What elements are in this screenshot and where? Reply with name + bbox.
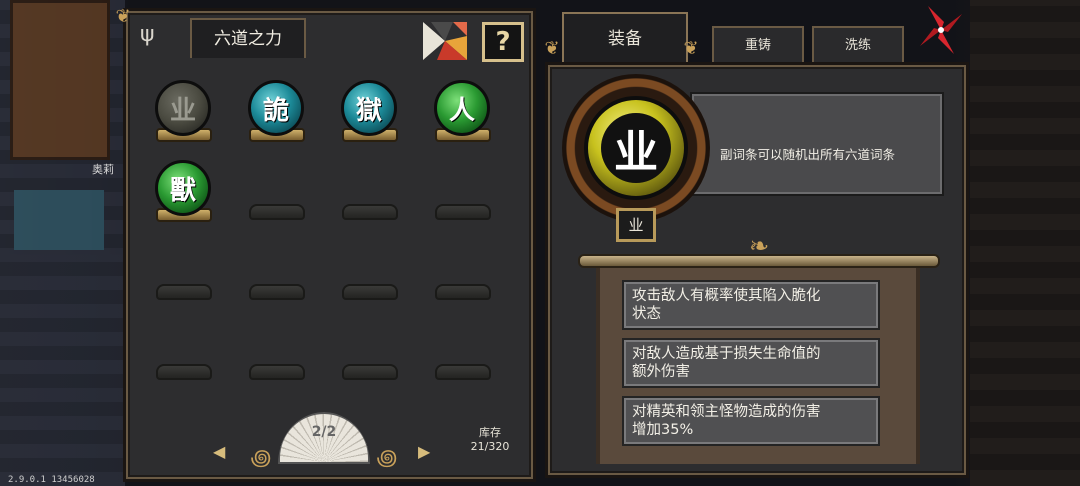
tab-wash-label: 洗练 — [844, 38, 871, 53]
equipped-orb-glyph: 业 — [601, 113, 671, 183]
empty-stand — [342, 284, 398, 300]
empty-orb-slot — [338, 238, 402, 310]
npc-name-label: 奥莉 — [92, 163, 114, 176]
swirl-ornament-icon: ꩜ — [376, 446, 398, 471]
item-type-badge: 业 — [616, 208, 656, 242]
empty-orb-slot — [152, 238, 216, 310]
empty-orb-slot — [431, 158, 495, 230]
tangram-icon[interactable] — [423, 22, 467, 60]
close-pinwheel-icon[interactable] — [918, 4, 964, 60]
tab-recast[interactable]: 重铸 — [712, 26, 804, 64]
empty-orb-slot — [338, 318, 402, 390]
empty-stand — [342, 364, 398, 380]
panel-title: 六道之力 — [214, 29, 282, 49]
tab-equip[interactable]: 装备 — [562, 12, 688, 64]
affix-line: 对精英和领主怪物造成的伤害 — [632, 404, 821, 420]
stock-value: 21/320 — [470, 440, 510, 453]
page-indicator: 2/2 — [311, 424, 337, 440]
stock-label: 库存 — [479, 426, 501, 439]
version-label: 2.9.0.1 13456028 — [8, 475, 95, 485]
empty-orb-slot — [152, 318, 216, 390]
orb-glyph: 獸 — [155, 160, 211, 216]
empty-orb-slot — [245, 318, 309, 390]
affix-line: 对敌人造成基于损失生命值的 — [632, 346, 821, 362]
orb-slot[interactable]: 业 — [152, 78, 216, 150]
empty-stand — [435, 284, 491, 300]
affix-line: 增加35% — [632, 422, 694, 438]
tab-wash[interactable]: 洗练 — [812, 26, 904, 64]
prev-page-button[interactable]: ◀ — [213, 442, 225, 461]
equipped-orb[interactable]: 业 — [584, 96, 688, 200]
empty-stand — [156, 364, 212, 380]
orb-glyph: 业 — [155, 80, 211, 136]
empty-orb-slot — [245, 158, 309, 230]
next-page-button[interactable]: ▶ — [418, 442, 430, 461]
affix-item: 对敌人造成基于损失生命值的 额外伤害 — [622, 338, 880, 388]
affix-line: 攻击敌人有概率使其陷入脆化 — [632, 288, 821, 304]
empty-stand — [435, 364, 491, 380]
scene-right — [970, 0, 1080, 486]
empty-orb-slot — [431, 318, 495, 390]
scroll-rod — [578, 254, 940, 268]
tab-equip-label: 装备 — [608, 29, 642, 49]
orb-slot[interactable]: 詭 — [245, 78, 309, 150]
empty-stand — [342, 204, 398, 220]
orb-glyph: 人 — [434, 80, 490, 136]
orb-slot[interactable]: 獸 — [152, 158, 216, 230]
item-description: 副词条可以随机出所有六道词条 — [720, 147, 896, 162]
scene-machine — [14, 190, 104, 250]
corner-ornament-icon: ❦ — [115, 6, 131, 27]
empty-stand — [435, 204, 491, 220]
affix-item: 对精英和领主怪物造成的伤害 增加35% — [622, 396, 880, 446]
affix-line: 状态 — [632, 306, 661, 322]
affix-line: 额外伤害 — [632, 364, 690, 380]
empty-stand — [249, 204, 305, 220]
help-button[interactable]: ? — [482, 22, 524, 62]
empty-orb-slot — [245, 238, 309, 310]
corner-ornament-icon: ❦ — [544, 38, 560, 59]
empty-orb-slot — [338, 158, 402, 230]
affix-item: 攻击敌人有概率使其陷入脆化 状态 — [622, 280, 880, 330]
empty-stand — [249, 284, 305, 300]
orb-glyph: 詭 — [248, 80, 304, 136]
orb-glyph: 獄 — [341, 80, 397, 136]
empty-stand — [249, 364, 305, 380]
tab-recast-label: 重铸 — [744, 38, 771, 53]
scene-left — [0, 0, 125, 486]
empty-stand — [156, 284, 212, 300]
orb-slot[interactable]: 獄 — [338, 78, 402, 150]
orb-slot[interactable]: 人 — [431, 78, 495, 150]
trident-icon: ψ — [140, 22, 155, 47]
corner-ornament-icon: ❦ — [683, 38, 699, 59]
scene-wall-decor — [10, 0, 110, 160]
six-paths-title-tab: 六道之力 — [190, 18, 306, 58]
empty-orb-slot — [431, 238, 495, 310]
